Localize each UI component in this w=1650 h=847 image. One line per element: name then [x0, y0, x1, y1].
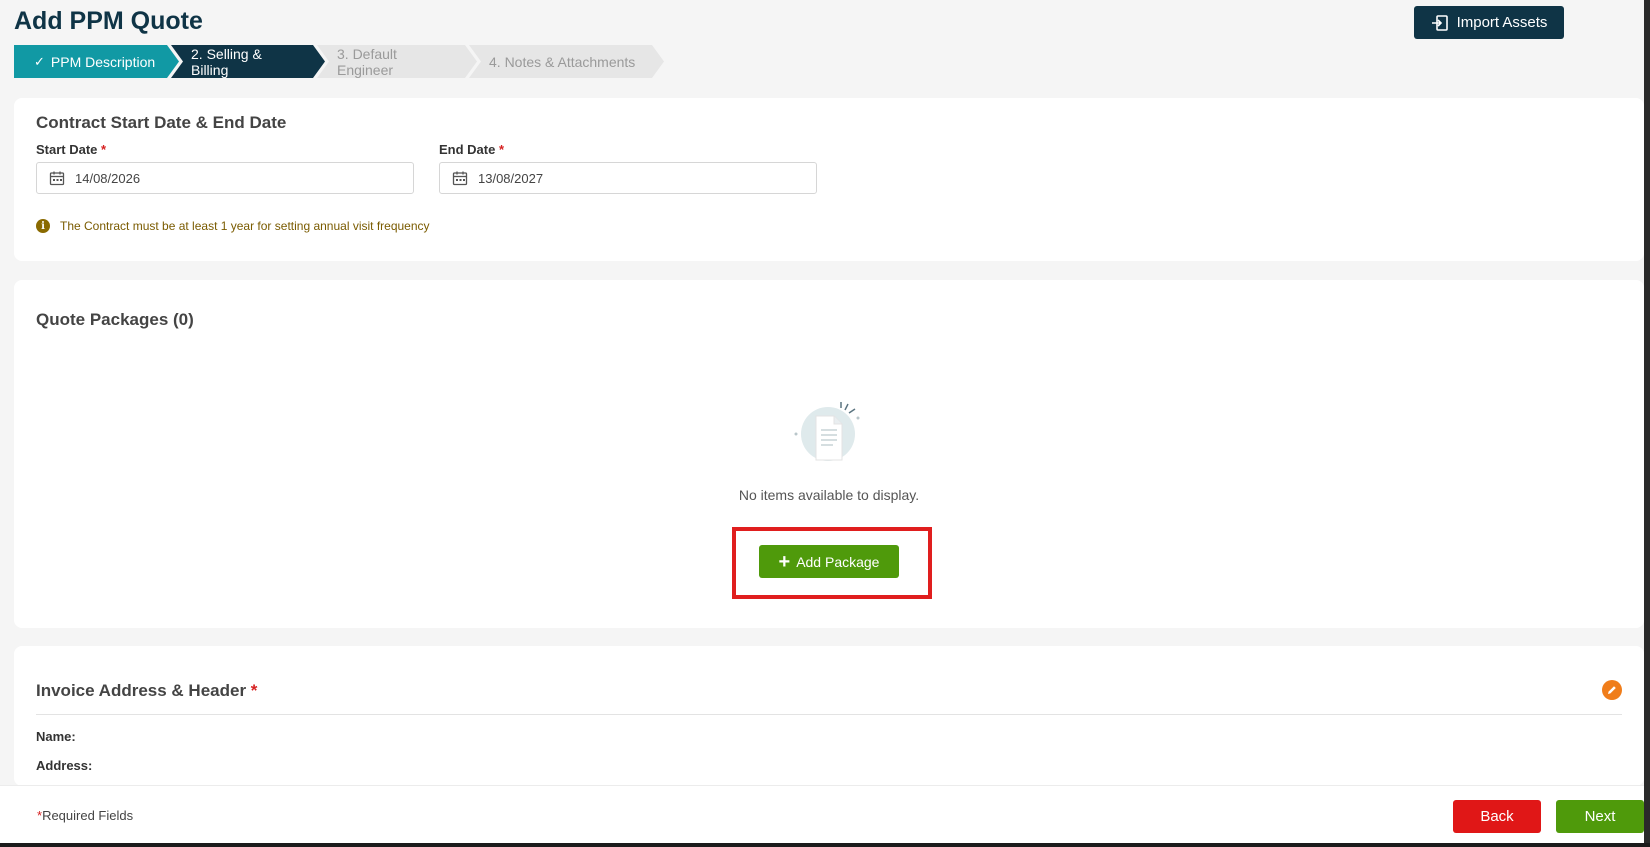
footer-bar: *Required Fields Back Next — [0, 785, 1650, 843]
start-date-value: 14/08/2026 — [75, 170, 141, 186]
import-icon — [1431, 14, 1448, 31]
import-assets-label: Import Assets — [1456, 14, 1548, 31]
end-date-value: 13/08/2027 — [478, 170, 544, 186]
calendar-icon — [49, 171, 65, 186]
end-date-label-text: End Date — [439, 142, 496, 157]
required-fields-note: *Required Fields — [37, 808, 133, 823]
plus-icon: + — [778, 550, 791, 573]
required-mark: * — [498, 142, 505, 157]
step-label: 3. Default Engineer — [337, 45, 397, 78]
end-date-label: End Date * — [439, 142, 504, 157]
empty-document-icon — [794, 402, 860, 461]
pencil-icon — [1608, 686, 1616, 694]
add-package-label: Add Package — [796, 553, 880, 570]
step-label: 2. Selling & Billing — [191, 45, 262, 78]
invoice-divider — [36, 714, 1622, 715]
next-button[interactable]: Next — [1556, 800, 1644, 833]
app-window: Add PPM Quote Import Assets ✓ PPM Descri… — [0, 0, 1650, 843]
stepper: ✓ PPM Description 2. Selling & Billing 3… — [14, 45, 656, 78]
step-label: 4. Notes & Attachments — [489, 53, 636, 70]
end-date-input[interactable]: 13/08/2027 — [439, 162, 817, 194]
required-mark: * — [101, 142, 107, 157]
start-date-label: Start Date * — [36, 142, 106, 157]
step-default-engineer[interactable]: 3. Default Engineer — [317, 45, 477, 78]
invoice-name-label: Name: — [36, 729, 76, 744]
required-mark: * — [250, 681, 258, 700]
back-button[interactable]: Back — [1453, 800, 1541, 833]
invoice-address-card: Invoice Address & Header * Name: Address… — [14, 646, 1644, 786]
check-icon: ✓ — [34, 53, 45, 69]
contract-dates-card: Contract Start Date & End Date Start Dat… — [14, 98, 1644, 261]
quote-packages-title: Quote Packages (0) — [36, 310, 194, 329]
quote-packages-card: Quote Packages (0) No items available to… — [14, 280, 1644, 628]
invoice-title: Invoice Address & Header * — [36, 681, 257, 701]
window-edge — [1644, 0, 1650, 843]
contract-info-text: The Contract must be at least 1 year for… — [60, 219, 430, 233]
step-label: PPM Description — [50, 53, 156, 70]
calendar-icon — [452, 171, 468, 186]
add-package-button[interactable]: + Add Package — [759, 545, 899, 578]
step-selling-billing[interactable]: 2. Selling & Billing — [171, 45, 325, 78]
start-date-label-text: Start Date — [36, 142, 98, 157]
contract-dates-title: Contract Start Date & End Date — [36, 113, 287, 132]
step-ppm-description[interactable]: ✓ PPM Description — [14, 45, 179, 78]
step-notes-attachments[interactable]: 4. Notes & Attachments — [469, 45, 664, 78]
info-icon: i — [36, 219, 50, 233]
contract-info-message: i The Contract must be at least 1 year f… — [36, 219, 430, 233]
page-title: Add PPM Quote — [14, 7, 203, 35]
required-fields-text: Required Fields — [42, 808, 134, 823]
empty-state-text: No items available to display. — [738, 487, 920, 503]
import-assets-button[interactable]: Import Assets — [1414, 6, 1564, 39]
edit-invoice-button[interactable] — [1602, 680, 1622, 700]
invoice-title-text: Invoice Address & Header — [36, 681, 247, 700]
start-date-input[interactable]: 14/08/2026 — [36, 162, 414, 194]
invoice-address-label: Address: — [36, 758, 93, 773]
